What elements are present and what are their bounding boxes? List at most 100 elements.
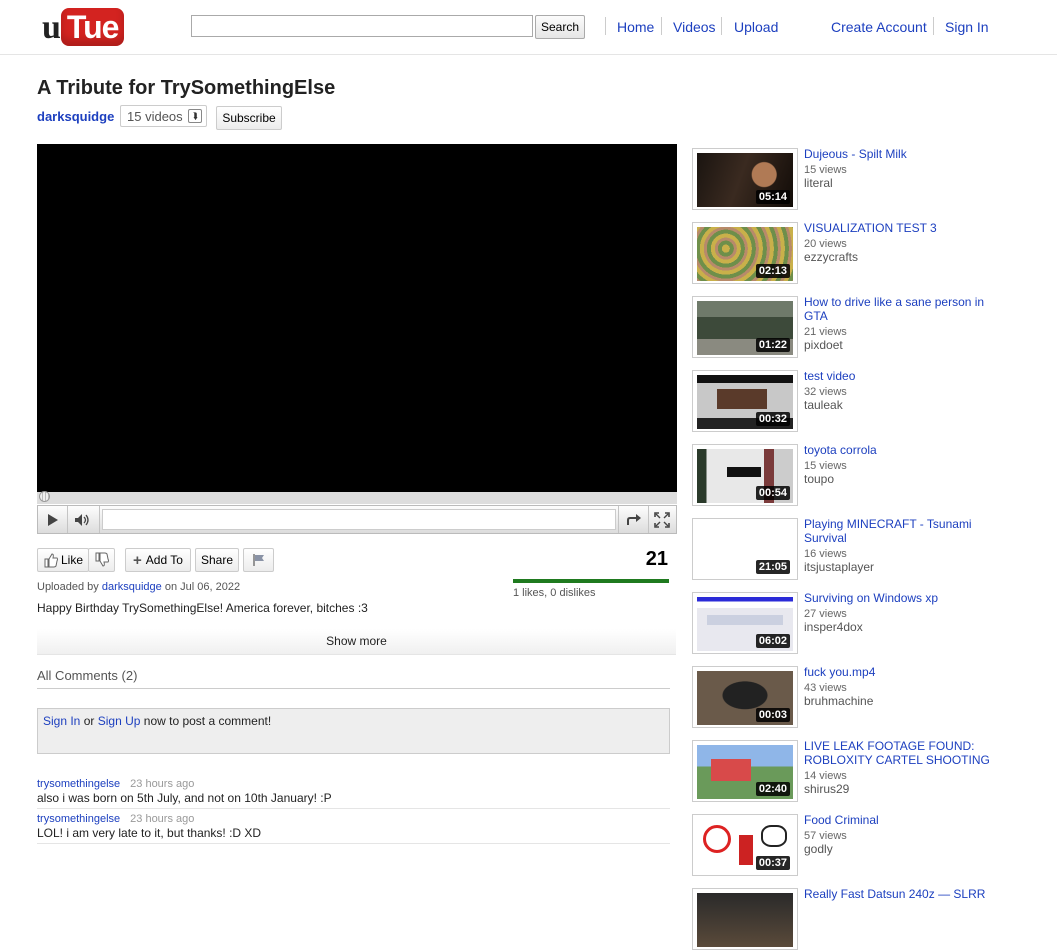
video-author: godly [804, 842, 833, 856]
video-title-link[interactable]: test video [804, 369, 992, 383]
video-author: itsjustaplayer [804, 560, 875, 574]
comment-sign-up-link[interactable]: Sign Up [98, 714, 141, 728]
thumbnail-detail [717, 389, 767, 409]
upload-date: on Jul 06, 2022 [164, 581, 241, 593]
logo-prefix: u [42, 9, 61, 46]
video-title-link[interactable]: toyota corrola [804, 443, 992, 457]
progress-track[interactable] [37, 492, 677, 504]
video-views: 20 views [804, 238, 847, 250]
video-duration: 01:22 [755, 338, 790, 352]
fullscreen-button[interactable] [647, 506, 676, 533]
comment-author[interactable]: trysomethingelse [37, 778, 120, 790]
comment-author[interactable]: trysomethingelse [37, 813, 120, 825]
play-button[interactable] [38, 506, 68, 533]
create-account-link[interactable]: Create Account [831, 19, 927, 35]
video-title-link[interactable]: VISUALIZATION TEST 3 [804, 221, 992, 235]
share-button[interactable]: Share [195, 548, 239, 572]
video-thumbnail[interactable]: 05:14 [692, 148, 798, 210]
related-video[interactable]: Really Fast Datsun 240z — SLRR [692, 887, 992, 952]
subscribe-button[interactable]: Subscribe [216, 106, 282, 130]
video-title: A Tribute for TrySomethingElse [37, 77, 336, 99]
related-video[interactable]: 05:14 Dujeous - Spilt Milk 15 views lite… [692, 147, 992, 212]
channel-videos-button[interactable]: 15 videos ⮯ [120, 105, 207, 127]
related-video[interactable]: 02:40 LIVE LEAK FOOTAGE FOUND: ROBLOXITY… [692, 739, 992, 804]
video-title-link[interactable]: How to drive like a sane person in GTA [804, 295, 992, 323]
video-thumbnail[interactable] [692, 888, 798, 950]
site-logo[interactable]: u Tue [42, 8, 125, 48]
uploaded-by-label: Uploaded by [37, 581, 99, 593]
video-title-link[interactable]: LIVE LEAK FOOTAGE FOUND: ROBLOXITY CARTE… [804, 739, 992, 767]
video-views: 43 views [804, 682, 847, 694]
thumbnail-detail [761, 825, 787, 847]
video-views: 27 views [804, 608, 847, 620]
likes-summary: 1 likes, 0 dislikes [513, 587, 596, 599]
masthead: u Tue Search Home Videos Upload Create A… [0, 0, 1057, 55]
video-author: literal [804, 176, 833, 190]
related-video[interactable]: 01:22 How to drive like a sane person in… [692, 295, 992, 360]
video-title-link[interactable]: Surviving on Windows xp [804, 591, 992, 605]
popout-button[interactable] [618, 506, 649, 533]
progress-handle[interactable] [39, 491, 50, 502]
comments-header: All Comments (2) [37, 668, 138, 683]
search-input[interactable] [191, 15, 533, 37]
video-views: 21 views [804, 326, 847, 338]
video-thumbnail[interactable]: 00:54 [692, 444, 798, 506]
video-thumbnail[interactable]: 21:05 [692, 518, 798, 580]
volume-button[interactable] [67, 506, 100, 533]
video-duration: 02:13 [755, 264, 790, 278]
video-player[interactable] [37, 144, 677, 492]
related-video[interactable]: 00:54 toyota corrola 15 views toupo [692, 443, 992, 508]
related-video[interactable]: 02:13 VISUALIZATION TEST 3 20 views ezzy… [692, 221, 992, 286]
view-count: 21 [645, 548, 668, 570]
uploader-link[interactable]: darksquidge [102, 581, 162, 593]
video-thumbnail[interactable]: 00:03 [692, 666, 798, 728]
thumbnail-image [697, 893, 793, 947]
video-thumbnail[interactable]: 00:37 [692, 814, 798, 876]
video-title-link[interactable]: Food Criminal [804, 813, 992, 827]
video-description: Happy Birthday TrySomethingElse! America… [37, 601, 368, 615]
comment-sign-in-link[interactable]: Sign In [43, 714, 80, 728]
video-duration: 06:02 [755, 634, 790, 648]
related-video[interactable]: 00:32 test video 32 views tauleak [692, 369, 992, 434]
search-button[interactable]: Search [535, 15, 585, 39]
video-title-link[interactable]: Really Fast Datsun 240z — SLRR [804, 887, 992, 901]
video-title-link[interactable]: Playing MINECRAFT - Tsunami Survival [804, 517, 992, 545]
video-thumbnail[interactable]: 01:22 [692, 296, 798, 358]
related-video[interactable]: 06:02 Surviving on Windows xp 27 views i… [692, 591, 992, 656]
nav-upload[interactable]: Upload [734, 19, 778, 35]
video-duration: 00:37 [755, 856, 790, 870]
related-video[interactable]: 00:03 fuck you.mp4 43 views bruhmachine [692, 665, 992, 730]
comment-item: trysomethingelse 23 hours ago LOL! i am v… [37, 813, 670, 840]
video-thumbnail[interactable]: 02:13 [692, 222, 798, 284]
video-author: bruhmachine [804, 694, 874, 708]
video-thumbnail[interactable]: 00:32 [692, 370, 798, 432]
sign-in-link[interactable]: Sign In [945, 19, 989, 35]
divider [37, 688, 670, 689]
video-title-link[interactable]: Dujeous - Spilt Milk [804, 147, 992, 161]
play-icon [47, 513, 58, 526]
video-thumbnail[interactable]: 06:02 [692, 592, 798, 654]
comment-time: 23 hours ago [130, 778, 195, 790]
show-more-button[interactable]: Show more [37, 629, 676, 655]
channel-link[interactable]: darksquidge [37, 109, 114, 124]
add-to-button[interactable]: + Add To [125, 548, 191, 572]
nav-videos[interactable]: Videos [673, 19, 716, 35]
related-video[interactable]: 00:37 Food Criminal 57 views godly [692, 813, 992, 878]
dislike-button[interactable] [88, 548, 115, 572]
video-views: 14 views [804, 770, 847, 782]
divider [37, 808, 670, 809]
upload-info: Uploaded by darksquidge on Jul 06, 2022 [37, 581, 240, 593]
flag-button[interactable] [243, 548, 274, 572]
related-video[interactable]: 21:05 Playing MINECRAFT - Tsunami Surviv… [692, 517, 992, 582]
video-duration: 05:14 [755, 190, 790, 204]
video-views: 15 views [804, 164, 847, 176]
post-comment-hint: now to post a comment! [143, 714, 272, 728]
nav-home[interactable]: Home [617, 19, 654, 35]
nav-divider [933, 17, 934, 35]
comment-text: LOL! i am very late to it, but thanks! :… [37, 826, 262, 840]
video-title-link[interactable]: fuck you.mp4 [804, 665, 992, 679]
video-thumbnail[interactable]: 02:40 [692, 740, 798, 802]
video-author: insper4dox [804, 620, 863, 634]
video-duration: 02:40 [755, 782, 790, 796]
like-button[interactable]: Like [37, 548, 89, 572]
